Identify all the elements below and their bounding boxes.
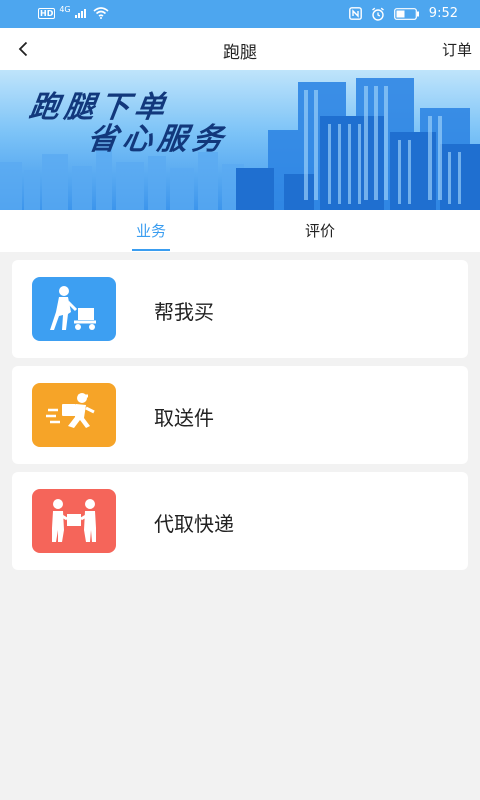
nfc-icon <box>348 7 362 20</box>
service-card-buy-for-me[interactable]: 帮我买 <box>12 260 468 358</box>
status-left: HD 4G <box>38 4 109 19</box>
active-tab-indicator <box>132 249 171 251</box>
banner-subheadline: 省心服务 <box>85 122 230 157</box>
signal-type-label: 4G <box>59 4 71 14</box>
tab-business-label: 业务 <box>136 222 167 240</box>
promo-banner: 跑腿下单 省心服务 <box>0 70 480 210</box>
delivery-cart-icon <box>32 277 116 341</box>
status-right: 9:52 <box>348 6 458 21</box>
status-time: 9:52 <box>428 6 458 21</box>
signal-icon <box>74 9 86 18</box>
tab-reviews[interactable]: 评价 <box>305 220 335 241</box>
status-bar: HD 4G 9:52 <box>0 0 480 28</box>
service-label-express-pickup: 代取快递 <box>154 512 234 536</box>
running-courier-icon <box>32 383 116 447</box>
service-label-pickup-delivery: 取送件 <box>154 406 214 430</box>
tab-reviews-label: 评价 <box>305 222 336 240</box>
page-title: 跑腿 <box>223 43 257 63</box>
wifi-icon <box>93 7 109 19</box>
service-card-pickup-delivery[interactable]: 取送件 <box>12 366 468 464</box>
package-handover-icon <box>32 489 116 553</box>
network-badge: HD <box>38 7 56 19</box>
service-label-buy-for-me: 帮我买 <box>154 300 214 324</box>
service-card-express-pickup[interactable]: 代取快递 <box>12 472 468 570</box>
tab-bar: 业务 评价 <box>0 210 480 252</box>
tab-business[interactable]: 业务 <box>132 220 171 251</box>
alarm-icon <box>371 7 384 21</box>
nav-bar: 跑腿 订单 <box>0 28 480 70</box>
battery-icon <box>393 7 419 20</box>
orders-link[interactable]: 订单 <box>442 39 472 60</box>
